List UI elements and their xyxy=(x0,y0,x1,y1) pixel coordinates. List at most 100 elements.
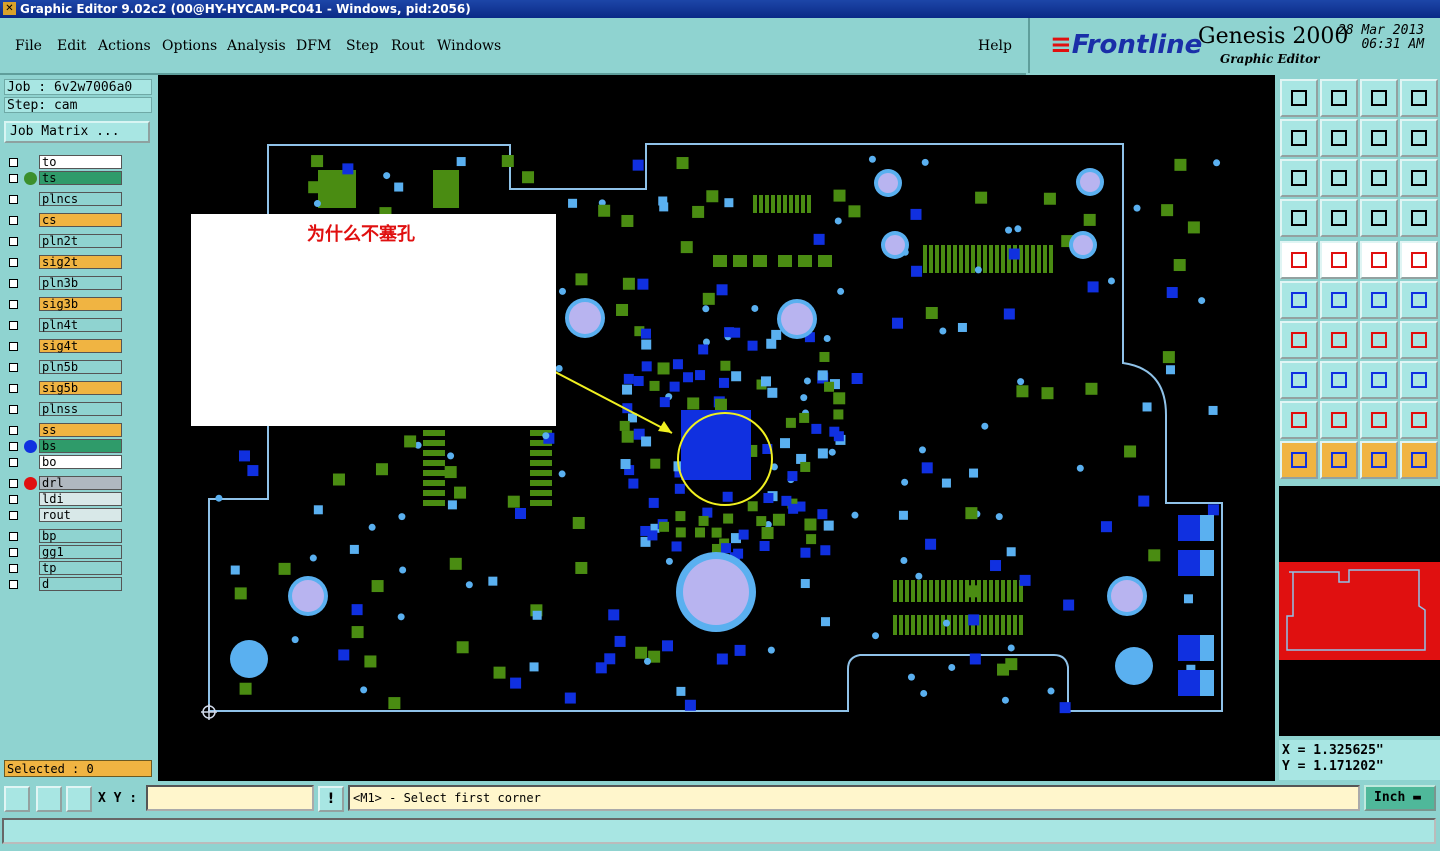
layer-checkbox[interactable] xyxy=(9,458,18,467)
layer-row-bs[interactable]: bs xyxy=(4,439,124,454)
layer-checkbox[interactable] xyxy=(9,479,18,488)
tool-button-3-0[interactable] xyxy=(1280,199,1318,237)
layer-row-tp[interactable]: tp xyxy=(4,561,124,576)
tool-button-8-0[interactable] xyxy=(1280,401,1318,439)
zoom-box-icon[interactable] xyxy=(4,786,30,812)
job-matrix-button[interactable]: Job Matrix ... xyxy=(4,121,150,143)
tool-button-5-2[interactable] xyxy=(1360,281,1398,319)
layer-checkbox[interactable] xyxy=(9,532,18,541)
layer-checkbox[interactable] xyxy=(9,174,18,183)
tool-button-7-3[interactable] xyxy=(1400,361,1438,399)
menu-options[interactable]: Options xyxy=(162,38,217,54)
layer-checkbox[interactable] xyxy=(9,158,18,167)
measure-icon[interactable] xyxy=(36,786,62,812)
layer-name[interactable]: to xyxy=(39,155,122,169)
tool-button-1-1[interactable] xyxy=(1320,119,1358,157)
layer-row-bo[interactable]: bo xyxy=(4,455,124,470)
layer-name[interactable]: bp xyxy=(39,529,122,543)
tool-button-0-1[interactable] xyxy=(1320,79,1358,117)
layer-name[interactable]: bo xyxy=(39,455,122,469)
menu-rout[interactable]: Rout xyxy=(391,38,425,54)
tool-button-2-1[interactable] xyxy=(1320,159,1358,197)
tool-button-4-1[interactable] xyxy=(1320,241,1358,279)
tool-button-8-3[interactable] xyxy=(1400,401,1438,439)
layer-checkbox[interactable] xyxy=(9,300,18,309)
layer-checkbox[interactable] xyxy=(9,548,18,557)
tool-button-5-1[interactable] xyxy=(1320,281,1358,319)
tool-button-6-0[interactable] xyxy=(1280,321,1318,359)
command-line[interactable] xyxy=(2,818,1436,844)
alert-icon[interactable]: ! xyxy=(318,786,344,812)
tool-button-3-1[interactable] xyxy=(1320,199,1358,237)
board-preview[interactable] xyxy=(1279,486,1440,736)
layer-row-plncs[interactable]: plncs xyxy=(4,192,124,207)
layer-row-ss[interactable]: ss xyxy=(4,423,124,438)
tool-button-0-3[interactable] xyxy=(1400,79,1438,117)
tool-button-3-2[interactable] xyxy=(1360,199,1398,237)
menu-edit[interactable]: Edit xyxy=(57,38,86,54)
layer-checkbox[interactable] xyxy=(9,405,18,414)
layer-checkbox[interactable] xyxy=(9,442,18,451)
layer-checkbox[interactable] xyxy=(9,237,18,246)
menu-help[interactable]: Help xyxy=(978,38,1012,54)
layer-row-d[interactable]: d xyxy=(4,577,124,592)
menu-dfm[interactable]: DFM xyxy=(296,38,331,54)
layer-name[interactable]: sig2t xyxy=(39,255,122,269)
layer-checkbox[interactable] xyxy=(9,363,18,372)
xy-input[interactable] xyxy=(146,785,314,811)
layer-name[interactable]: ts xyxy=(39,171,122,185)
layer-name[interactable]: drl xyxy=(39,476,122,490)
tool-button-4-3[interactable] xyxy=(1400,241,1438,279)
layer-row-pln5b[interactable]: pln5b xyxy=(4,360,124,375)
menu-windows[interactable]: Windows xyxy=(437,38,501,54)
layer-checkbox[interactable] xyxy=(9,342,18,351)
layer-checkbox[interactable] xyxy=(9,384,18,393)
grid-icon[interactable] xyxy=(66,786,92,812)
layer-name[interactable]: pln3b xyxy=(39,276,122,290)
layer-name[interactable]: ss xyxy=(39,423,122,437)
layer-row-sig4t[interactable]: sig4t xyxy=(4,339,124,354)
tool-button-7-2[interactable] xyxy=(1360,361,1398,399)
tool-button-8-1[interactable] xyxy=(1320,401,1358,439)
tool-button-5-3[interactable] xyxy=(1400,281,1438,319)
tool-button-5-0[interactable] xyxy=(1280,281,1318,319)
tool-button-1-2[interactable] xyxy=(1360,119,1398,157)
tool-button-9-3[interactable] xyxy=(1400,441,1438,479)
layer-name[interactable]: plnss xyxy=(39,402,122,416)
layer-row-sig3b[interactable]: sig3b xyxy=(4,297,124,312)
layer-row-sig5b[interactable]: sig5b xyxy=(4,381,124,396)
menu-file[interactable]: File xyxy=(15,38,42,54)
layer-row-pln4t[interactable]: pln4t xyxy=(4,318,124,333)
layer-name[interactable]: sig4t xyxy=(39,339,122,353)
layer-row-plnss[interactable]: plnss xyxy=(4,402,124,417)
layer-row-rout[interactable]: rout xyxy=(4,508,124,523)
tool-button-9-1[interactable] xyxy=(1320,441,1358,479)
tool-button-1-0[interactable] xyxy=(1280,119,1318,157)
layer-name[interactable]: cs xyxy=(39,213,122,227)
layer-checkbox[interactable] xyxy=(9,580,18,589)
tool-button-4-0[interactable] xyxy=(1280,241,1318,279)
layer-row-ts[interactable]: ts xyxy=(4,171,124,186)
tool-button-6-1[interactable] xyxy=(1320,321,1358,359)
layer-name[interactable]: sig3b xyxy=(39,297,122,311)
layer-row-ldi[interactable]: ldi xyxy=(4,492,124,507)
layer-checkbox[interactable] xyxy=(9,258,18,267)
menu-step[interactable]: Step xyxy=(346,38,378,54)
layer-name[interactable]: ldi xyxy=(39,492,122,506)
layer-checkbox[interactable] xyxy=(9,216,18,225)
layer-name[interactable]: plncs xyxy=(39,192,122,206)
layer-checkbox[interactable] xyxy=(9,321,18,330)
layer-row-pln3b[interactable]: pln3b xyxy=(4,276,124,291)
tool-button-8-2[interactable] xyxy=(1360,401,1398,439)
menu-analysis[interactable]: Analysis xyxy=(227,38,286,54)
layer-name[interactable]: tp xyxy=(39,561,122,575)
layer-name[interactable]: d xyxy=(39,577,122,591)
tool-button-6-3[interactable] xyxy=(1400,321,1438,359)
tool-button-0-2[interactable] xyxy=(1360,79,1398,117)
tool-button-7-0[interactable] xyxy=(1280,361,1318,399)
layer-row-sig2t[interactable]: sig2t xyxy=(4,255,124,270)
layer-row-drl[interactable]: drl xyxy=(4,476,124,491)
layer-checkbox[interactable] xyxy=(9,495,18,504)
layer-row-pln2t[interactable]: pln2t xyxy=(4,234,124,249)
tool-button-1-3[interactable] xyxy=(1400,119,1438,157)
